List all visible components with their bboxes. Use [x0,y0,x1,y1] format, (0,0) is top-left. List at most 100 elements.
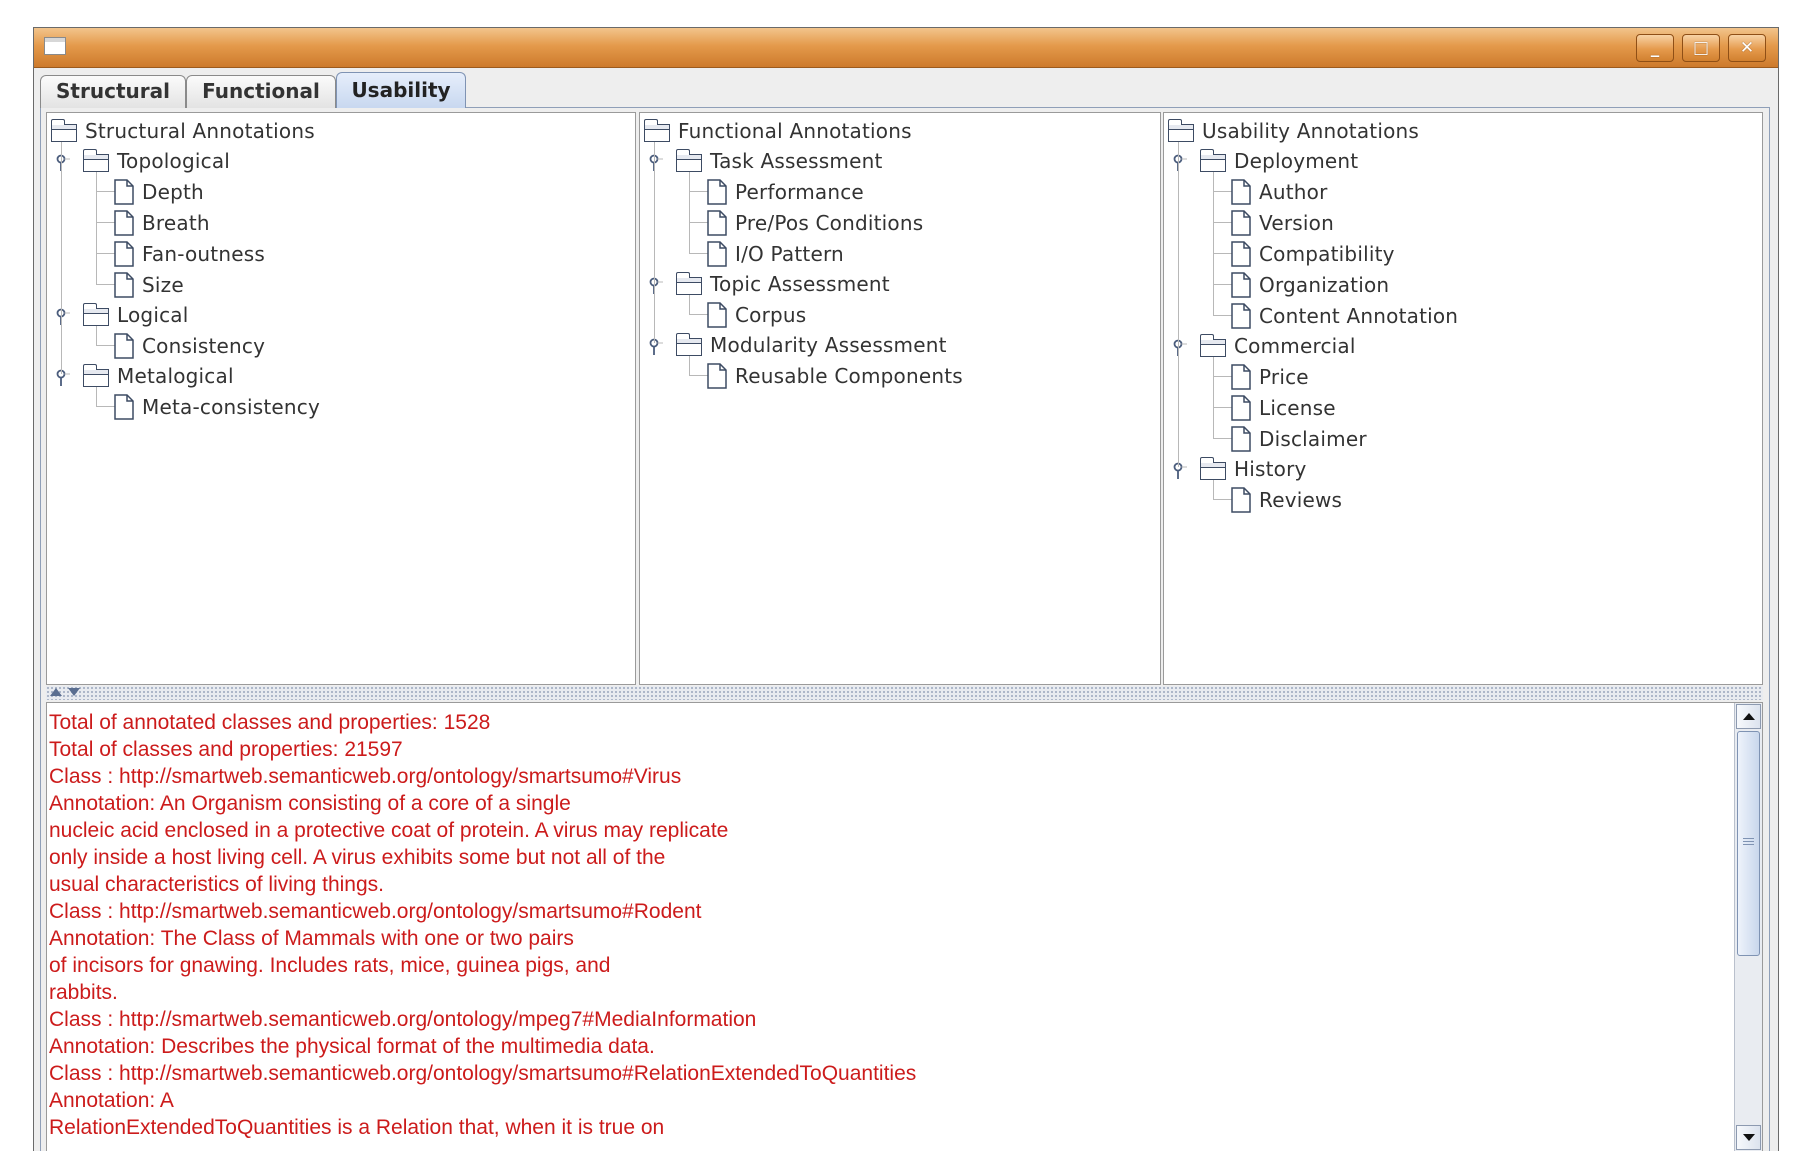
tree-leaf[interactable]: Price [1231,361,1309,392]
tree-node-label: Reviews [1259,487,1343,512]
expander-handle-icon[interactable] [648,337,664,357]
tree-leaf[interactable]: Reviews [1231,484,1342,515]
close-button[interactable]: ✕ [1728,34,1766,62]
tree-connector-line [1213,480,1214,499]
split-pane-divider[interactable] [46,686,1763,700]
tree-leaf[interactable]: Size [114,269,184,300]
tree-node-label: Fan-outness [142,241,265,266]
expander-handle-icon[interactable] [55,368,71,388]
tree-leaf[interactable]: Breath [114,207,210,238]
document-icon [1231,178,1251,205]
tree-connector-line [1213,172,1214,315]
tree-leaf[interactable]: Fan-outness [114,238,265,269]
folder-icon [1199,457,1226,480]
tree-node-label: Performance [735,179,864,204]
tree-connector-line [689,356,690,375]
log-line: Class : http://smartweb.semanticweb.org/… [49,1062,917,1085]
tree-group[interactable]: Modularity Assessment [675,330,947,360]
document-icon [114,178,134,205]
functional-annotations-tree[interactable]: Functional Annotations Task Assessment Per… [639,112,1161,685]
expander-handle-icon[interactable] [648,153,664,173]
expander-handle-icon[interactable] [648,276,664,296]
tree-leaf[interactable]: Version [1231,207,1334,238]
tree-group[interactable]: Logical [82,300,189,330]
expander-handle-icon[interactable] [1172,153,1188,173]
tree-leaf[interactable]: Consistency [114,330,265,361]
tree-connector-line [96,284,116,285]
tree-leaf[interactable]: I/O Pattern [707,238,844,269]
tree-leaf[interactable]: Organization [1231,269,1389,300]
tree-root[interactable]: Structural Annotations [50,116,315,146]
tree-group[interactable]: History [1199,454,1307,484]
tree-leaf[interactable]: Reusable Components [707,360,963,391]
tree-root[interactable]: Usability Annotations [1167,116,1420,146]
tree-connector-line [1213,191,1233,192]
minimize-button[interactable]: _ [1636,34,1674,62]
tab-functional[interactable]: Functional [186,75,336,108]
tree-node-label: Author [1259,179,1328,204]
tree-connector-line [1213,284,1233,285]
tree-node-label: Usability Annotations [1202,119,1420,143]
maximize-button[interactable]: □ [1682,34,1720,62]
scroll-up-button[interactable] [1736,704,1761,729]
log-line: Total of classes and properties: 21597 [49,738,403,761]
folder-icon [643,119,670,142]
tab-usability[interactable]: Usability [336,72,466,109]
tree-leaf[interactable]: Author [1231,176,1328,207]
tree-node-label: I/O Pattern [735,241,844,266]
title-bar[interactable]: _ □ ✕ [34,28,1778,68]
tree-connector-line [1213,376,1233,377]
tree-node-label: Meta-consistency [142,394,321,419]
collapse-down-icon[interactable] [68,688,80,696]
expander-handle-icon[interactable] [1172,461,1188,481]
arrow-up-icon [1743,713,1755,720]
annotation-log-panel[interactable]: Total of annotated classes and propertie… [46,702,1763,1151]
document-icon [114,271,134,298]
tree-group[interactable]: Metalogical [82,361,234,391]
document-icon [1231,363,1251,390]
scroll-thumb[interactable] [1737,731,1760,956]
tree-leaf[interactable]: Meta-consistency [114,391,320,422]
tree-connector-line [96,253,116,254]
structural-annotations-tree[interactable]: Structural Annotations Topological Depth Br… [46,112,636,685]
tree-leaf[interactable]: Content Annotation [1231,300,1458,331]
collapse-up-icon[interactable] [50,688,62,696]
tree-connector-line [96,387,97,406]
scroll-down-button[interactable] [1736,1125,1761,1150]
expander-handle-icon[interactable] [55,307,71,327]
tree-group[interactable]: Task Assessment [675,146,883,176]
tree-node-label: Depth [142,179,204,204]
tree-leaf[interactable]: License [1231,392,1336,423]
tree-node-label: Metalogical [117,364,234,388]
tree-node-label: Corpus [735,302,807,327]
expander-handle-icon[interactable] [1172,338,1188,358]
document-icon [114,332,134,359]
tree-connector-line [61,142,62,374]
tree-leaf[interactable]: Corpus [707,299,806,330]
tree-root[interactable]: Functional Annotations [643,116,912,146]
expander-handle-icon[interactable] [55,153,71,173]
tree-leaf[interactable]: Compatibility [1231,238,1395,269]
tree-connector-line [1213,438,1233,439]
app-window: _ □ ✕ Structural Functional Usability St… [33,27,1779,1151]
tree-group[interactable]: Topic Assessment [675,269,890,299]
tree-node-label: Task Assessment [710,149,883,173]
vertical-scrollbar[interactable] [1734,703,1762,1151]
folder-icon [82,149,109,172]
document-icon [707,301,727,328]
window-app-icon [44,37,66,55]
log-line: only inside a host living cell. A virus … [49,846,666,869]
annotation-log-text: Total of annotated classes and propertie… [49,709,1729,1141]
tree-leaf[interactable]: Disclaimer [1231,423,1367,454]
tree-leaf[interactable]: Pre/Pos Conditions [707,207,923,238]
tree-leaf[interactable]: Performance [707,176,864,207]
tab-structural[interactable]: Structural [40,75,186,108]
folder-icon [675,333,702,356]
tree-group[interactable]: Topological [82,146,230,176]
tree-leaf[interactable]: Depth [114,176,204,207]
tree-group[interactable]: Deployment [1199,146,1358,176]
tree-connector-line [689,222,709,223]
usability-annotations-tree[interactable]: Usability Annotations Deployment Author Ver… [1163,112,1763,685]
tree-group[interactable]: Commercial [1199,331,1356,361]
log-line: rabbits. [49,981,118,1004]
